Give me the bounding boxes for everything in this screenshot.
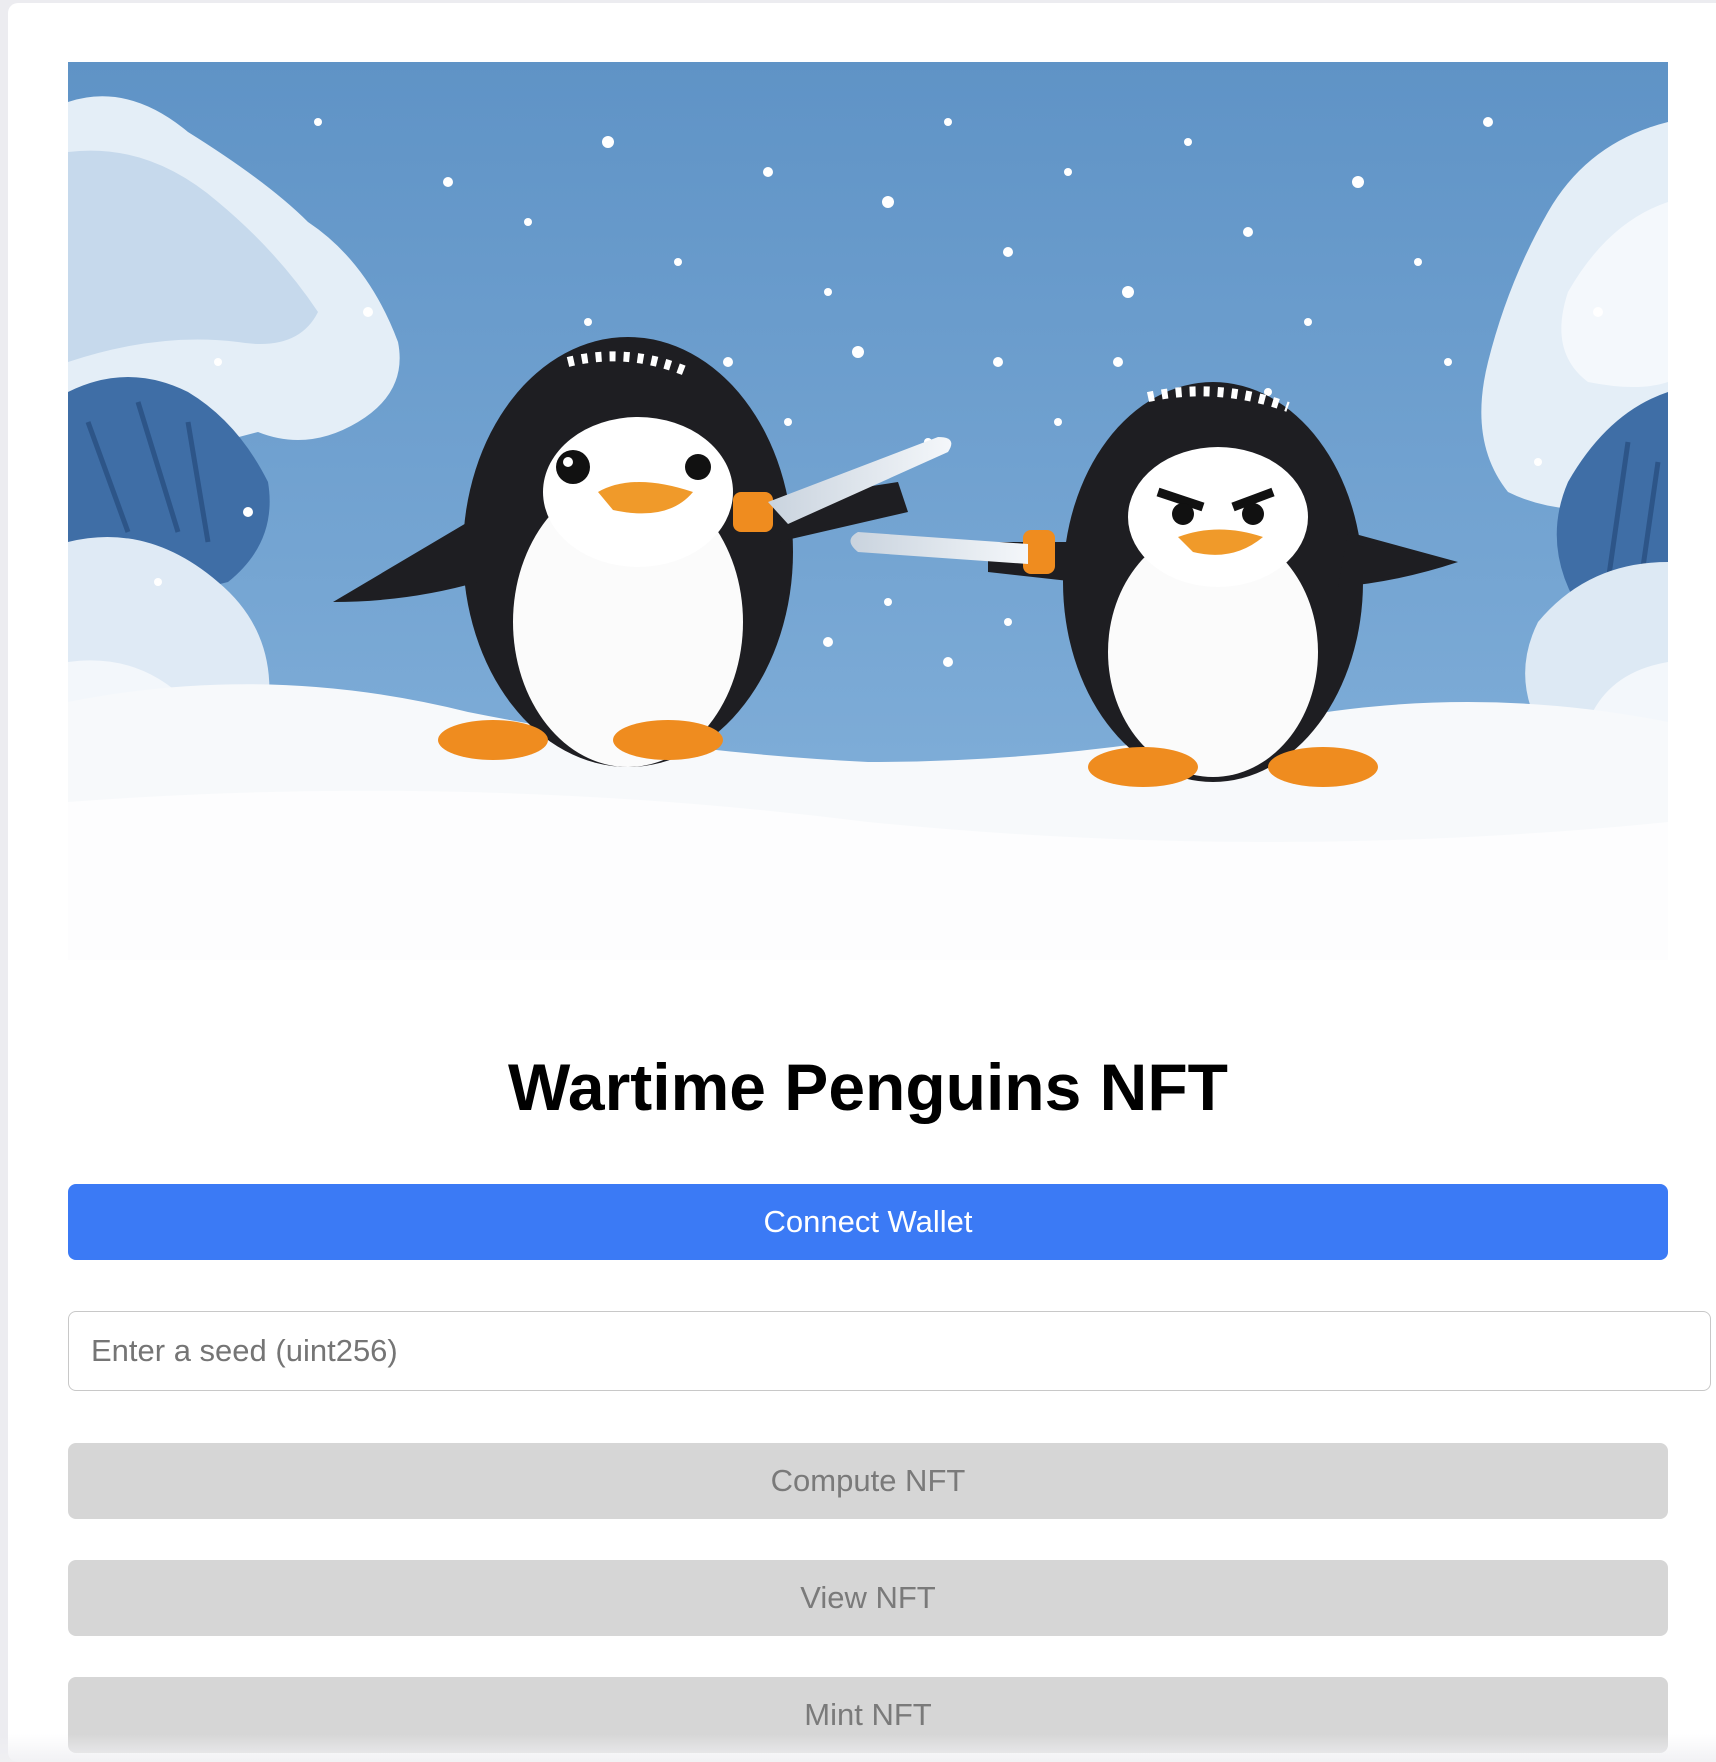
penguin-battle-illustration xyxy=(68,62,1668,960)
compute-nft-button[interactable]: Compute NFT xyxy=(68,1443,1668,1519)
connect-wallet-button[interactable]: Connect Wallet xyxy=(68,1184,1668,1260)
view-nft-button[interactable]: View NFT xyxy=(68,1560,1668,1636)
seed-input[interactable] xyxy=(68,1311,1711,1391)
mint-nft-button[interactable]: Mint NFT xyxy=(68,1677,1668,1753)
hero-image xyxy=(68,62,1668,960)
page-title: Wartime Penguins NFT xyxy=(508,1050,1228,1124)
